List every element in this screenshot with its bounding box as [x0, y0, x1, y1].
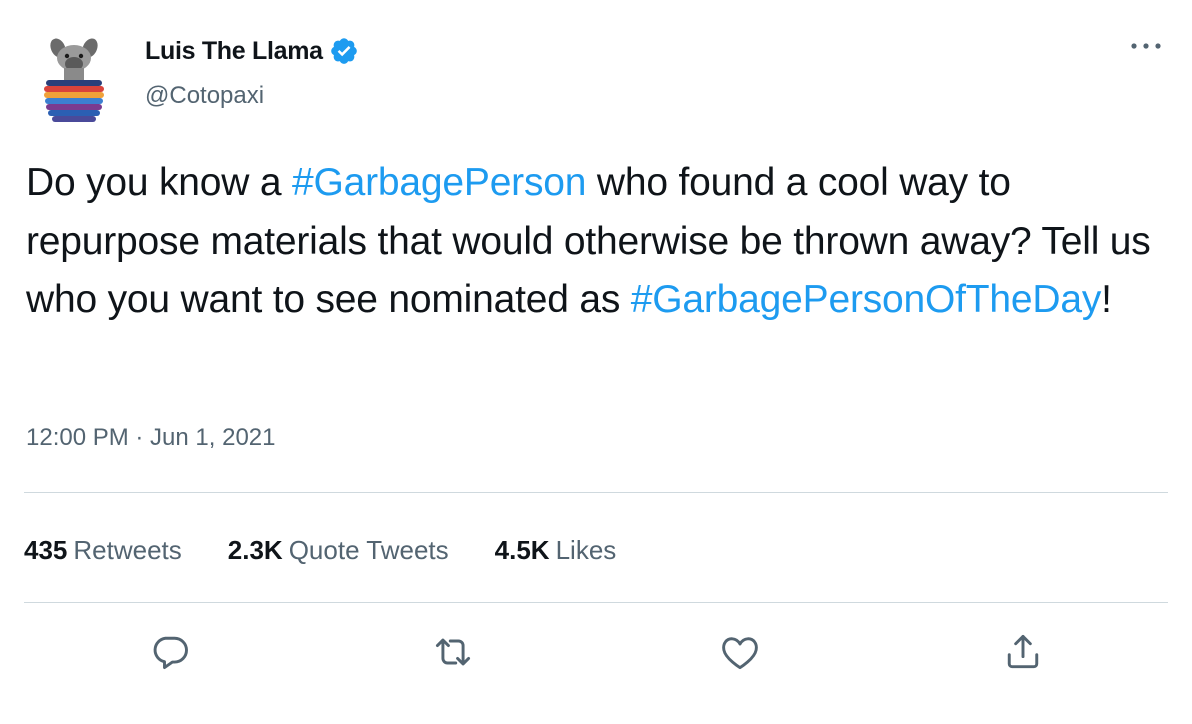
retweets-count: 435 [24, 534, 68, 565]
retweet-button[interactable] [429, 628, 477, 676]
share-button[interactable] [999, 628, 1047, 676]
tweet-stats: 435 Retweets 2.3K Quote Tweets 4.5K Likes [24, 528, 662, 572]
author-handle[interactable]: @Cotopaxi [145, 82, 264, 110]
like-button[interactable] [716, 628, 764, 676]
likes-count: 4.5K [494, 534, 550, 565]
divider [24, 492, 1168, 493]
likes-label: Likes [555, 534, 617, 565]
reply-button[interactable] [146, 628, 194, 676]
hashtag-link-garbagepersonoftheday[interactable]: #GarbagePersonOfTheDay [631, 278, 1102, 321]
tweet-text: Do you know a #GarbagePerson who found a… [26, 154, 1176, 330]
retweets-stat[interactable]: 435 Retweets [24, 535, 182, 566]
hashtag-link-garbageperson[interactable]: #GarbagePerson [292, 161, 586, 204]
author-name[interactable]: Luis The Llama [145, 36, 359, 66]
author-name-text: Luis The Llama [145, 36, 323, 65]
quote-tweets-label: Quote Tweets [288, 534, 449, 565]
more-options-icon[interactable] [1124, 32, 1168, 60]
share-icon [1007, 634, 1039, 669]
retweet-icon [435, 638, 471, 666]
llama-avatar-image [44, 38, 104, 122]
divider [24, 602, 1168, 603]
text-segment: ! [1101, 278, 1112, 321]
reply-icon [153, 636, 188, 670]
text-segment: Do you know a [26, 161, 293, 204]
tweet-timestamp[interactable]: 12:00 PM · Jun 1, 2021 [26, 424, 276, 452]
tweet-card: Luis The Llama @Cotopaxi Do you know a #… [0, 0, 1192, 724]
like-icon [722, 637, 758, 670]
verified-badge-icon [329, 36, 359, 66]
likes-stat[interactable]: 4.5K Likes [495, 535, 617, 566]
quote-tweets-stat[interactable]: 2.3K Quote Tweets [228, 535, 449, 566]
retweets-label: Retweets [73, 534, 182, 565]
quote-tweets-count: 2.3K [227, 534, 283, 565]
avatar[interactable] [28, 34, 122, 128]
